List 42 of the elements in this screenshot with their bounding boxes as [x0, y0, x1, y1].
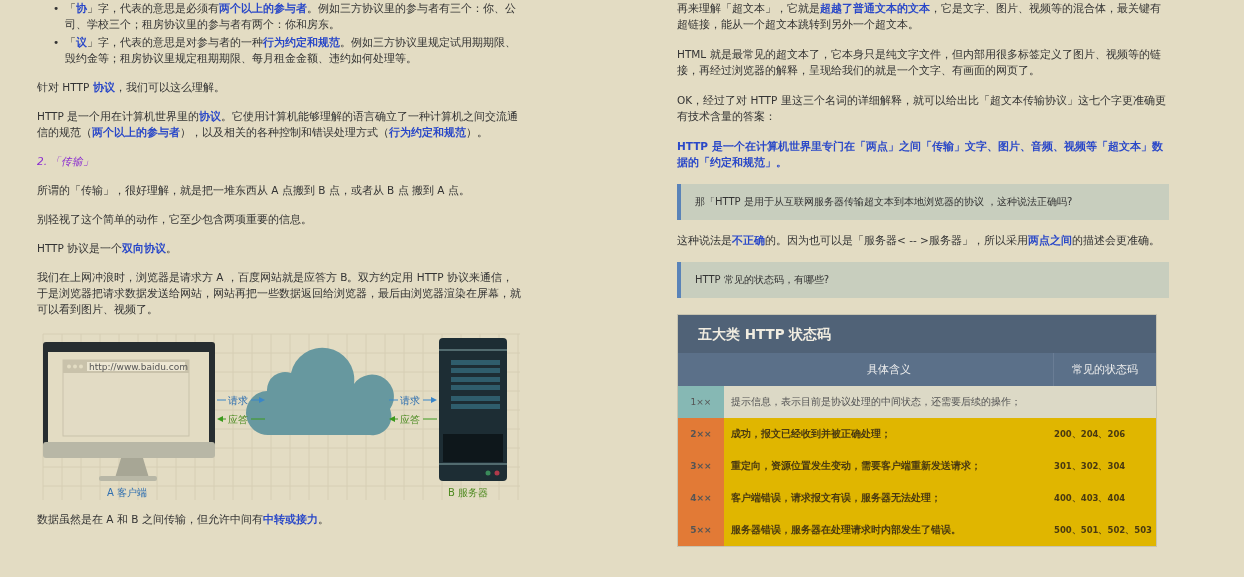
table-cell-text: 重定向，资源位置发生变动，需要客户端重新发送请求；: [730, 459, 982, 473]
section-heading: 2. 「传输」: [37, 154, 96, 169]
request-label: 请求: [228, 395, 248, 406]
paragraph: HTTP 协议是一个双向协议。: [37, 241, 179, 256]
bullet-item: 「协」字，代表的意思是必须有两个以上的参与者。例如三方协议里的参与者有三个：你、公司、学校三个；租房协议里的参与者有两个：你和房东。: [65, 1, 518, 32]
code-cell: 1××: [678, 386, 724, 418]
table-cell-text: 500、501、502、503: [1054, 524, 1152, 537]
definition-paragraph: HTTP 是一个在计算机世界里专门在「两点」之间「传输」文字、图片、音频、视频等「超文本」数据的「约定和规范」。: [677, 139, 1164, 170]
table-cell-text: 提示信息，表示目前是协议处理的中间状态，还需要后续的操作；: [730, 395, 1022, 409]
client-label: A 客户端: [107, 487, 148, 498]
question-callout: 那「HTTP 是用于从互联网服务器传输超文本到本地浏览器的协议 ，这种说法正确吗?: [677, 184, 1169, 220]
bullet-item: 「议」字，代表的意思是对参与者的一种行为约定和规范。例如三方协议里规定试用期期限、毁约金等；租房协议里规定租期期限、每月租金金额、违约如何处理等。: [65, 35, 518, 66]
table-title: 五大类 HTTP 状态码: [678, 315, 1156, 353]
paragraph: 数据虽然是在 A 和 B 之间传输，但允许中间有中转或接力。: [37, 512, 330, 527]
paragraph: 我们在上网冲浪时，浏览器是请求方 A ，百度网站就是应答方 B。双方约定用 HTTP 协议来通信，于是浏览器把请求数据发送给网站，网站再把一些数据返回给浏览器，最后由浏览器渲染在屏幕，就可以看到图片、视频了。: [37, 270, 522, 317]
code-cell: 3××: [678, 450, 724, 482]
table-cell-text: 成功，报文已经收到并被正确处理；: [730, 427, 892, 441]
paragraph: 这种说法是不正确的。因为也可以是「服务器< -- >服务器」，所以采用两点之间的描述会更准确。: [677, 233, 1161, 248]
url-text: http://www.baidu.com: [89, 362, 188, 372]
paragraph: 针对 HTTP 协议，我们可以这么理解。: [37, 80, 226, 95]
table-cell-text: 400、403、404: [1054, 492, 1126, 505]
paragraph: 所谓的「传输」，很好理解，就是把一堆东西从 A 点搬到 B 点，或者从 B 点 搬到 A 点。: [37, 183, 471, 198]
paragraph: OK，经过了对 HTTP 里这三个名词的详细解释，就可以给出比「超文本传输协议」这七个字更准确更有技术含量的答案：: [677, 93, 1167, 124]
bullet-marker: •: [53, 1, 60, 16]
request-label: 请求: [400, 395, 420, 406]
table-cell-text: 301、302、304: [1054, 460, 1126, 473]
paragraph: HTTP 是一个用在计算机世界里的协议。它使用计算机能够理解的语言确立了一种计算机之间交流通信的规范（两个以上的参与者），以及相关的各种控制和错误处理方式（行为约定和规范）。: [37, 109, 520, 140]
table-cell-text: 200、204、206: [1054, 428, 1126, 441]
code-cell: 5××: [678, 514, 724, 546]
paragraph: 别轻视了这个简单的动作，它至少包含两项重要的信息。: [37, 212, 313, 227]
paragraph: 再来理解「超文本」，它就是超越了普通文本的文本，它是文字、图片、视频等的混合体，最关键有超链接，能从一个超文本跳转到另外一个超文本。: [677, 1, 1162, 32]
paragraph: HTML 就是最常见的超文本了，它本身只是纯文字文件，但内部用很多标签定义了图片、视频等的链接，再经过浏览器的解释，呈现给我们的就是一个文字、有画面的网页了。: [677, 47, 1162, 78]
table-cell-text: 客户端错误，请求报文有误，服务器无法处理；: [730, 491, 942, 505]
table-cell-text: 服务器错误，服务器在处理请求时内部发生了错误。: [730, 523, 962, 537]
question-callout: HTTP 常见的状态码，有哪些?: [677, 262, 1169, 298]
bullet-marker: •: [53, 35, 60, 50]
column-header: 具体含义: [865, 361, 912, 378]
response-label: 应答: [400, 414, 420, 425]
code-cell: 2××: [678, 418, 724, 450]
response-label: 应答: [228, 414, 248, 425]
server-label: B 服务器: [448, 487, 489, 498]
code-cell: 4××: [678, 482, 724, 514]
